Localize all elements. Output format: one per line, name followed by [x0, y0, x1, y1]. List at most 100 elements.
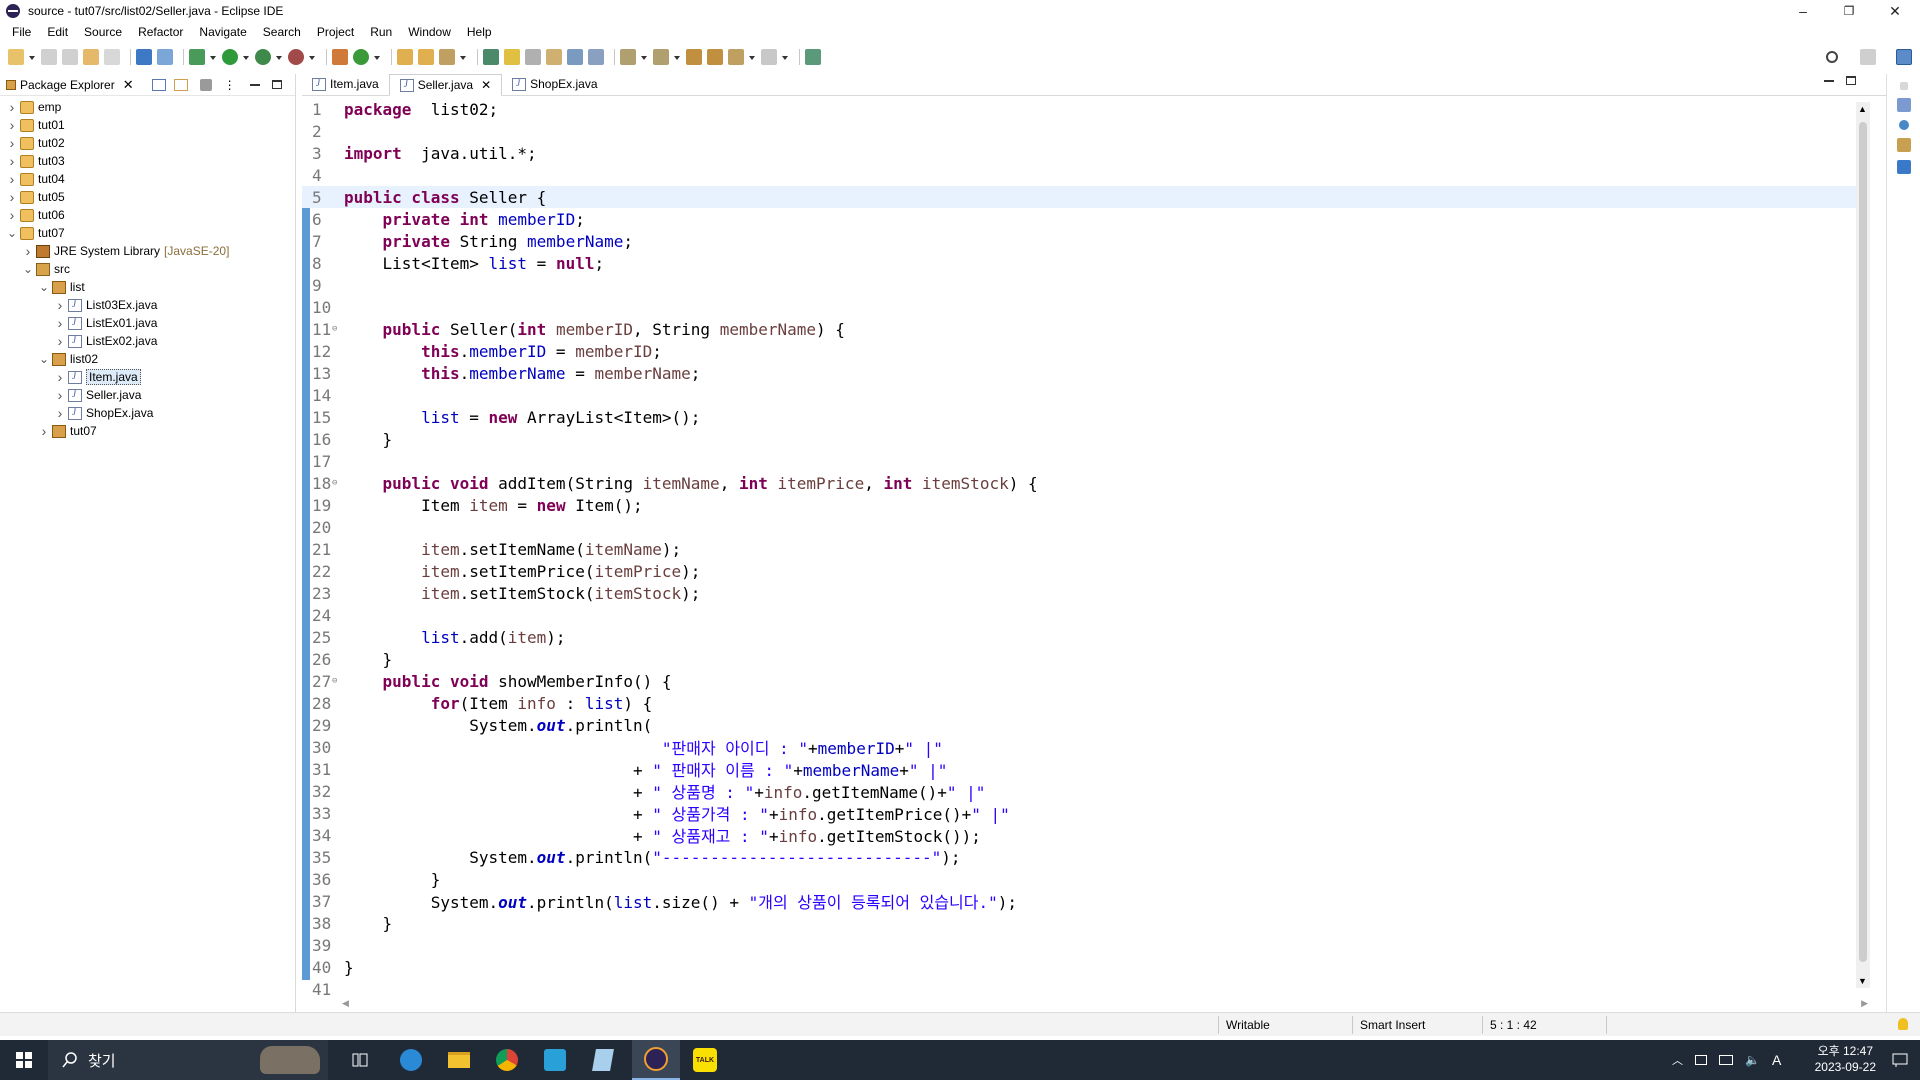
forward-icon[interactable]	[761, 49, 777, 65]
code-line[interactable]: 9	[302, 274, 1866, 296]
chevron-down-icon[interactable]: ⌄	[6, 226, 18, 240]
tree-item[interactable]: › Seller.java	[0, 386, 295, 404]
start-button[interactable]	[0, 1040, 48, 1080]
tree-item[interactable]: › tut06	[0, 206, 295, 224]
taskbar-clock[interactable]: 오후 12:47 2023-09-22	[1815, 1043, 1876, 1075]
ime-indicator[interactable]: A	[1772, 1052, 1781, 1068]
code-line[interactable]: 37 System.out.println(list.size() + "개의 …	[302, 890, 1866, 913]
code-line[interactable]: 25 list.add(item);	[302, 626, 1866, 648]
code-line[interactable]: 7 private String memberName;	[302, 230, 1866, 252]
link-with-editor-icon[interactable]	[173, 78, 188, 91]
meet-now-icon[interactable]	[1695, 1055, 1707, 1065]
search-icon[interactable]	[1826, 51, 1838, 63]
filter-icon[interactable]	[199, 78, 212, 91]
code-line[interactable]: 5 public class Seller {	[302, 186, 1866, 208]
new-icon[interactable]	[8, 49, 24, 65]
coverage-icon[interactable]	[255, 49, 271, 65]
code-line[interactable]: 30 "판매자 아이디 : "+memberID+" |"	[302, 736, 1866, 759]
code-line[interactable]: 40}	[302, 956, 1866, 978]
tree-item[interactable]: › JRE System Library [JavaSE-20]	[0, 242, 295, 260]
edge-icon[interactable]	[390, 1040, 432, 1080]
code-line[interactable]: 34 + " 상품재고 : "+info.getItemStock());	[302, 824, 1866, 847]
chrome-icon[interactable]	[486, 1040, 528, 1080]
word-wrap-icon[interactable]	[546, 49, 562, 65]
horizontal-scrollbar[interactable]: ◀ ▶	[342, 998, 1868, 1010]
chevron-right-icon[interactable]: ›	[6, 153, 18, 169]
chevron-right-icon[interactable]: ›	[6, 171, 18, 187]
code-line[interactable]: 31 + " 판매자 이름 : "+memberName+" |"	[302, 758, 1866, 781]
tab-package-explorer[interactable]: Package Explorer ✕	[6, 77, 134, 93]
skip-breakpoints-icon[interactable]	[157, 49, 173, 65]
code-line[interactable]: 39	[302, 934, 1866, 956]
code-line[interactable]: 32 + " 상품명 : "+info.getItemName()+" |"	[302, 780, 1866, 803]
javadoc-icon[interactable]	[1898, 120, 1909, 130]
tree-item[interactable]: › tut04	[0, 170, 295, 188]
open-perspective-icon[interactable]	[805, 49, 821, 65]
code-line[interactable]: 38 }	[302, 912, 1866, 934]
volume-icon[interactable]: 🔈	[1745, 1053, 1760, 1067]
file-explorer-icon[interactable]	[438, 1040, 480, 1080]
lightbulb-icon[interactable]	[1898, 1018, 1908, 1030]
code-line[interactable]: 27 ⊖ public void showMemberInfo() {	[302, 670, 1866, 692]
chevron-up-icon[interactable]: ︿	[1672, 1052, 1683, 1068]
open-type-icon[interactable]	[397, 49, 413, 65]
console-icon[interactable]	[136, 49, 152, 65]
chevron-right-icon[interactable]: ›	[54, 315, 66, 331]
tree-item[interactable]: › List03Ex.java	[0, 296, 295, 314]
code-line[interactable]: 22 item.setItemPrice(itemPrice);	[302, 560, 1866, 582]
kakaotalk-icon[interactable]: TALK	[682, 1040, 728, 1080]
problems-icon[interactable]	[1896, 160, 1911, 174]
minimize-view-icon[interactable]	[249, 83, 260, 86]
maximize-button[interactable]: ❐	[1826, 0, 1872, 22]
tree-item[interactable]: ⌄ list	[0, 278, 295, 296]
tree-item[interactable]: › ListEx01.java	[0, 314, 295, 332]
collapse-all-icon[interactable]	[151, 78, 166, 91]
code-line[interactable]: 41	[302, 978, 1866, 1000]
perspective-icon[interactable]	[1860, 49, 1876, 65]
fold-icon[interactable]: ⊖	[332, 478, 337, 488]
menu-help[interactable]: Help	[459, 25, 500, 39]
prev-annotation-icon[interactable]	[653, 49, 669, 65]
tree-item[interactable]: ⌄ src	[0, 260, 295, 278]
close-icon[interactable]: ✕	[123, 77, 134, 93]
outline-icon[interactable]	[1896, 98, 1911, 112]
editor-tab[interactable]: Seller.java ✕	[388, 74, 503, 96]
code-line[interactable]: 19 Item item = new Item();	[302, 494, 1866, 516]
code-line[interactable]: 26 }	[302, 648, 1866, 670]
menu-edit[interactable]: Edit	[39, 25, 76, 39]
notepad-icon[interactable]	[582, 1040, 624, 1080]
toggle-breadcrumb-icon[interactable]	[483, 49, 499, 65]
code-line[interactable]: 13 this.memberName = memberName;	[302, 362, 1866, 384]
chevron-right-icon[interactable]: ›	[6, 117, 18, 133]
save-icon[interactable]	[41, 49, 57, 65]
editor-tab[interactable]: ShopEx.java	[502, 73, 607, 95]
chevron-right-icon[interactable]: ›	[22, 243, 34, 259]
chevron-right-icon[interactable]: ›	[6, 135, 18, 151]
tree-item[interactable]: › tut07	[0, 422, 295, 440]
declaration-icon[interactable]	[1896, 138, 1911, 152]
chevron-right-icon[interactable]: ›	[54, 333, 66, 349]
code-line[interactable]: 12 this.memberID = memberID;	[302, 340, 1866, 362]
maximize-editor-icon[interactable]	[1846, 76, 1856, 85]
taskbar-search[interactable]: 찾기	[48, 1040, 328, 1080]
chevron-right-icon[interactable]: ›	[6, 99, 18, 115]
search-tool-icon[interactable]	[439, 49, 455, 65]
network-icon[interactable]	[1719, 1055, 1733, 1065]
scroll-left-icon[interactable]: ◀	[342, 998, 349, 1009]
chevron-right-icon[interactable]: ›	[54, 387, 66, 403]
code-line[interactable]: 4	[302, 164, 1866, 186]
scroll-up-icon[interactable]: ▲	[1858, 104, 1867, 114]
code-line[interactable]: 14	[302, 384, 1866, 406]
chevron-right-icon[interactable]: ›	[6, 189, 18, 205]
restore-icon[interactable]	[1899, 82, 1908, 90]
tree-item[interactable]: › ShopEx.java	[0, 404, 295, 422]
scroll-right-icon[interactable]: ▶	[1861, 998, 1868, 1009]
menu-search[interactable]: Search	[255, 25, 309, 39]
chevron-right-icon[interactable]: ›	[54, 369, 66, 385]
code-line[interactable]: 15 list = new ArrayList<Item>();	[302, 406, 1866, 428]
chevron-down-icon[interactable]	[29, 49, 36, 65]
forward-edit-icon[interactable]	[707, 49, 723, 65]
tree-item[interactable]: ⌄ tut07	[0, 224, 295, 242]
code-line[interactable]: 24	[302, 604, 1866, 626]
scroll-thumb[interactable]	[1859, 122, 1867, 962]
